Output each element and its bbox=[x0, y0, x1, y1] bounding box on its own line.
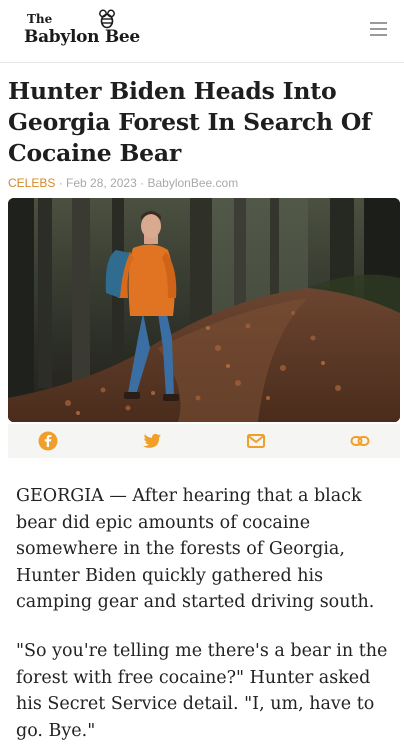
forest-hiker-illustration bbox=[8, 198, 400, 422]
article-photo bbox=[8, 198, 400, 422]
link-icon[interactable] bbox=[350, 431, 370, 451]
hamburger-menu-icon[interactable] bbox=[368, 19, 390, 39]
meta-separator: · bbox=[58, 176, 63, 190]
source-name: BabylonBee.com bbox=[147, 176, 239, 190]
share-bar bbox=[8, 424, 400, 458]
email-icon[interactable] bbox=[246, 431, 266, 451]
logo-name-text: Babylon Bee bbox=[24, 27, 140, 47]
site-logo[interactable]: The Babylon Bee bbox=[24, 8, 164, 54]
bee-icon bbox=[99, 9, 115, 29]
category-link[interactable]: CELEBS bbox=[8, 176, 55, 190]
article-paragraph: "So you're telling me there's a bear in … bbox=[16, 641, 388, 741]
publish-date: Feb 28, 2023 bbox=[66, 176, 137, 190]
article-paragraph: GEORGIA — After hearing that a black bea… bbox=[16, 486, 375, 612]
facebook-icon[interactable] bbox=[38, 431, 58, 451]
meta-separator: · bbox=[140, 176, 145, 190]
logo-the-text: The bbox=[27, 12, 53, 26]
site-header: The Babylon Bee bbox=[0, 0, 404, 63]
twitter-icon[interactable] bbox=[142, 431, 162, 451]
article-title: Hunter Biden Heads Into Georgia Forest I… bbox=[8, 77, 372, 167]
article-meta: CELEBS · Feb 28, 2023 · BabylonBee.com bbox=[8, 176, 238, 190]
